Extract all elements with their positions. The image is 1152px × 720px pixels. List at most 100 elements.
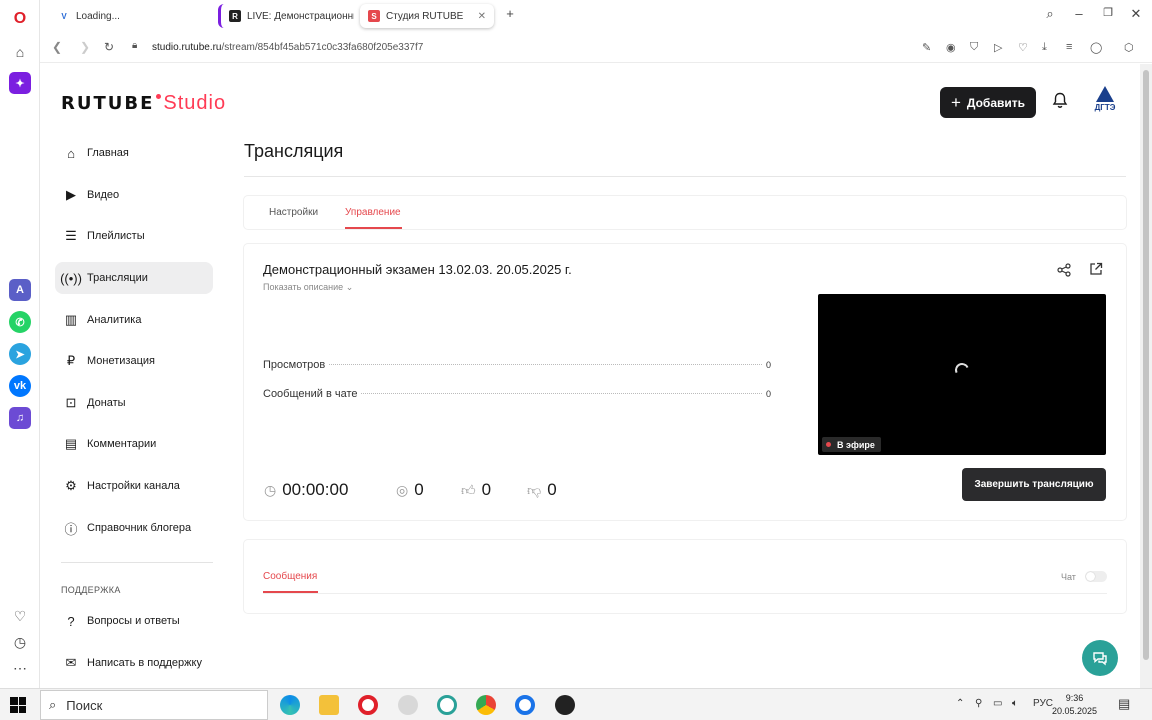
music-icon[interactable]: ♫: [9, 407, 31, 429]
extensions-icon[interactable]: ⬡: [1124, 41, 1134, 54]
app-icon[interactable]: [398, 695, 418, 715]
ruble-icon: ₽: [66, 353, 76, 368]
restore-button[interactable]: ❐: [1098, 6, 1118, 19]
sidebar-item-label: Монетизация: [87, 355, 155, 367]
vk-icon[interactable]: vk: [9, 375, 31, 397]
share-icon[interactable]: [1057, 263, 1071, 280]
chrome-icon[interactable]: [476, 695, 496, 715]
stat-label: Сообщений в чате: [263, 388, 358, 400]
more-icon[interactable]: ⋯: [9, 657, 31, 679]
sidebar-item-channel-settings[interactable]: ⚙ Настройки канала: [55, 470, 213, 502]
tab-messages[interactable]: Сообщения: [263, 571, 317, 582]
telegram-icon[interactable]: ➤: [9, 343, 31, 365]
home-icon[interactable]: ⌂: [9, 41, 31, 63]
sidebar-item-donations[interactable]: ⊡ Донаты: [55, 387, 213, 419]
edge-icon[interactable]: [280, 695, 300, 715]
favorites-icon[interactable]: ♡: [1018, 41, 1028, 54]
tray-chevron-icon[interactable]: ⌃: [956, 698, 964, 709]
profile-icon[interactable]: ◯: [1090, 41, 1102, 54]
reload-button[interactable]: ↻: [104, 40, 114, 54]
sidebar-item-analytics[interactable]: ▥ Аналитика: [55, 304, 213, 336]
active-tab-underline: [345, 227, 402, 229]
url-field[interactable]: studio.rutube.ru/stream/854bf45ab571c0c3…: [152, 42, 423, 53]
sidebar-item-contact-support[interactable]: ✉ Написать в поддержку: [55, 647, 213, 679]
messages-card: Сообщения Чат: [244, 540, 1126, 613]
channel-avatar[interactable]: ДГТЭ: [1089, 86, 1121, 120]
tray-icon[interactable]: ⚲: [975, 698, 982, 709]
whatsapp-icon[interactable]: ✆: [9, 311, 31, 333]
open-external-icon[interactable]: [1089, 262, 1103, 279]
sidebar-item-blogger-guide[interactable]: ⓘ Справочник блогера: [55, 512, 213, 544]
live-badge-label: В эфире: [837, 439, 875, 450]
sidebar-item-comments[interactable]: ▤ Комментарии: [55, 428, 213, 460]
scrollbar-thumb[interactable]: [1143, 70, 1149, 660]
taskbar-search[interactable]: ⌕ Поиск: [40, 690, 268, 720]
thumbs-up-icon: 👍︎: [461, 481, 476, 498]
network-icon[interactable]: ▭: [993, 698, 1002, 709]
download-icon[interactable]: ⤓: [1042, 41, 1047, 54]
menu-icon[interactable]: ≡: [1066, 41, 1072, 53]
rutube-studio-logo[interactable]: RUTUBE Studio: [61, 92, 226, 115]
stat-value: 0: [765, 389, 771, 399]
notifications-bell-icon[interactable]: [1052, 92, 1068, 114]
edit-icon[interactable]: ✎: [922, 41, 931, 54]
video-player[interactable]: В эфире: [818, 294, 1106, 455]
info-icon: ⓘ: [64, 521, 78, 537]
internet-explorer-icon[interactable]: [437, 695, 457, 715]
play-icon[interactable]: ▷: [994, 41, 1002, 54]
close-tab-icon[interactable]: ✕: [472, 11, 486, 22]
chat-toggle-label: Чат: [1061, 572, 1076, 582]
tab-live[interactable]: R LIVE: Демонстрационный: [218, 4, 354, 28]
show-description-toggle[interactable]: Показать описание ⌄: [263, 282, 353, 293]
minimize-button[interactable]: –: [1069, 6, 1089, 21]
question-icon: ?: [67, 613, 75, 629]
app-icon[interactable]: A: [9, 279, 31, 301]
chat-toggle[interactable]: [1085, 571, 1107, 582]
camera-icon[interactable]: ◉: [946, 41, 956, 54]
messages-divider: [263, 593, 1107, 594]
close-window-button[interactable]: ✕: [1126, 6, 1146, 22]
volume-icon[interactable]: 🔈︎: [1012, 698, 1018, 709]
help-chat-button[interactable]: [1082, 640, 1118, 676]
sidebar-item-label: Справочник блогера: [87, 522, 192, 534]
tab-settings[interactable]: Настройки: [269, 207, 318, 218]
notifications-icon[interactable]: ▤: [1118, 696, 1130, 712]
back-button[interactable]: ❮: [52, 40, 62, 54]
tab-studio[interactable]: S Студия RUTUBE ✕: [360, 4, 494, 28]
aria-icon[interactable]: ✦: [9, 72, 31, 94]
language-indicator[interactable]: РУС: [1033, 698, 1053, 709]
opera-logo-icon[interactable]: O: [9, 8, 31, 30]
new-tab-button[interactable]: +: [500, 6, 520, 21]
tab-loading[interactable]: V Loading...: [50, 4, 212, 28]
title-divider: [244, 176, 1126, 177]
opera-icon[interactable]: [358, 695, 378, 715]
clock[interactable]: 9:36 20.05.2025: [1052, 692, 1097, 718]
add-button[interactable]: + Добавить: [940, 87, 1036, 118]
sidebar-item-video[interactable]: ▶︎ Видео: [55, 179, 213, 211]
search-tabs-icon[interactable]: ⌕: [1040, 6, 1060, 22]
tab-management[interactable]: Управление: [345, 207, 401, 218]
dislikes-count: 👎︎ 0: [527, 480, 557, 500]
shield-icon[interactable]: ⛉: [970, 41, 978, 54]
forward-button[interactable]: ❯: [80, 40, 90, 54]
history-icon[interactable]: ◷: [9, 631, 31, 653]
logo-dot: [156, 94, 162, 99]
clock-time: 9:36: [1065, 693, 1084, 703]
end-stream-button[interactable]: Завершить трансляцию: [962, 468, 1106, 501]
app-icon-dark[interactable]: [555, 695, 575, 715]
page-scrollbar[interactable]: [1140, 64, 1152, 688]
sidebar-item-faq[interactable]: ? Вопросы и ответы: [55, 605, 213, 637]
sidebar-item-monetization[interactable]: ₽ Монетизация: [55, 345, 213, 377]
sidebar-item-home[interactable]: ⌂ Главная: [55, 137, 213, 169]
heart-icon[interactable]: ♡: [9, 605, 31, 627]
avatar-text: ДГТЭ: [1094, 103, 1116, 112]
stat-value: 0: [765, 360, 771, 370]
comment-icon: ▤: [64, 436, 78, 451]
sidebar-item-broadcasts[interactable]: ((•)) Трансляции: [55, 262, 213, 294]
sidebar-item-playlists[interactable]: ☰ Плейлисты: [55, 220, 213, 252]
file-explorer-icon[interactable]: [319, 695, 339, 715]
mail-icon: ✉: [65, 655, 77, 670]
chrome-alt-icon[interactable]: [515, 695, 535, 715]
windows-start-icon[interactable]: [10, 697, 26, 713]
timer-value: 00:00:00: [282, 480, 349, 499]
